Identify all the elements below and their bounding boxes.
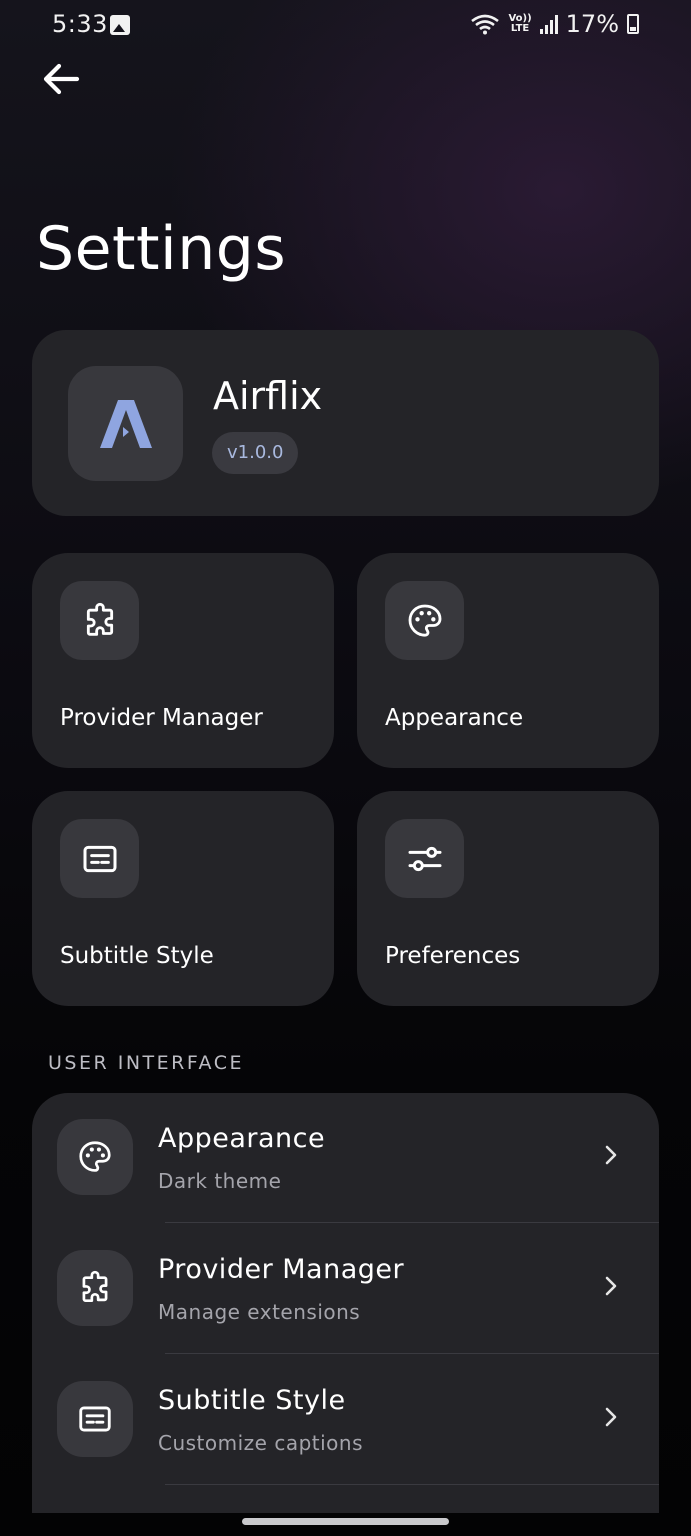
app-info-card: Airflix v1.0.0 (32, 330, 659, 516)
sliders-icon (408, 846, 441, 871)
settings-list: Appearance Dark theme Provider Manager M… (32, 1093, 659, 1513)
volte-bottom-text: LTE (510, 23, 530, 34)
list-divider (165, 1484, 659, 1485)
list-icon-container (57, 1381, 133, 1457)
section-header-user-interface: USER INTERFACE (48, 1052, 244, 1074)
palette-icon (408, 604, 441, 637)
signal-icon (539, 14, 558, 34)
tile-label: Subtitle Style (60, 943, 214, 969)
tile-icon-container (60, 819, 139, 898)
puzzle-icon (82, 1270, 108, 1303)
list-divider (165, 1222, 659, 1223)
palette-icon (79, 1141, 111, 1172)
chevron-right-icon (605, 1145, 617, 1165)
list-item-appearance[interactable]: Appearance Dark theme (32, 1093, 659, 1223)
tile-label: Provider Manager (60, 705, 263, 731)
app-logo (68, 366, 183, 481)
subtitles-icon (79, 1406, 111, 1432)
list-item-subtitle: Dark theme (158, 1169, 282, 1193)
tile-provider-manager[interactable]: Provider Manager (32, 553, 334, 768)
tile-icon-container (385, 581, 464, 660)
page-title: Settings (36, 214, 287, 284)
tile-icon-container (60, 581, 139, 660)
list-item-provider-manager[interactable]: Provider Manager Manage extensions (32, 1224, 659, 1354)
list-item-title: Appearance (158, 1123, 326, 1154)
chevron-right-icon (605, 1407, 617, 1427)
tile-label: Preferences (385, 943, 521, 969)
list-item-subtitle-style[interactable]: Subtitle Style Customize captions (32, 1355, 659, 1485)
list-icon-container (57, 1250, 133, 1326)
battery-percent: 17% (565, 10, 619, 38)
home-indicator[interactable] (242, 1518, 449, 1525)
status-time: 5:33 (52, 10, 108, 38)
list-item-subtitle: Manage extensions (158, 1300, 361, 1324)
list-item-subtitle: Customize captions (158, 1431, 364, 1455)
chevron-right-icon (605, 1276, 617, 1296)
app-name: Airflix (213, 374, 323, 418)
tile-label: Appearance (385, 705, 524, 731)
back-button[interactable] (38, 56, 84, 102)
list-item-title: Provider Manager (158, 1254, 405, 1285)
list-divider (165, 1353, 659, 1354)
tile-subtitle-style[interactable]: Subtitle Style (32, 791, 334, 1006)
status-indicators: Vo)) LTE 17% (470, 10, 639, 38)
subtitles-icon (83, 845, 116, 872)
tile-icon-container (385, 819, 464, 898)
volte-indicator: Vo)) LTE (508, 14, 531, 34)
arrow-left-icon (43, 63, 80, 95)
airflix-logo-icon (99, 399, 152, 448)
tile-preferences[interactable]: Preferences (357, 791, 659, 1006)
list-item-title: Subtitle Style (158, 1385, 346, 1416)
battery-icon (627, 14, 639, 34)
wifi-icon (471, 14, 500, 35)
version-badge: v1.0.0 (212, 432, 299, 474)
tile-appearance[interactable]: Appearance (357, 553, 659, 768)
status-bar: 5:33 Vo)) LTE 17% (0, 0, 691, 52)
list-icon-container (57, 1119, 133, 1195)
puzzle-icon (86, 602, 113, 636)
gallery-notification-icon (110, 15, 130, 35)
